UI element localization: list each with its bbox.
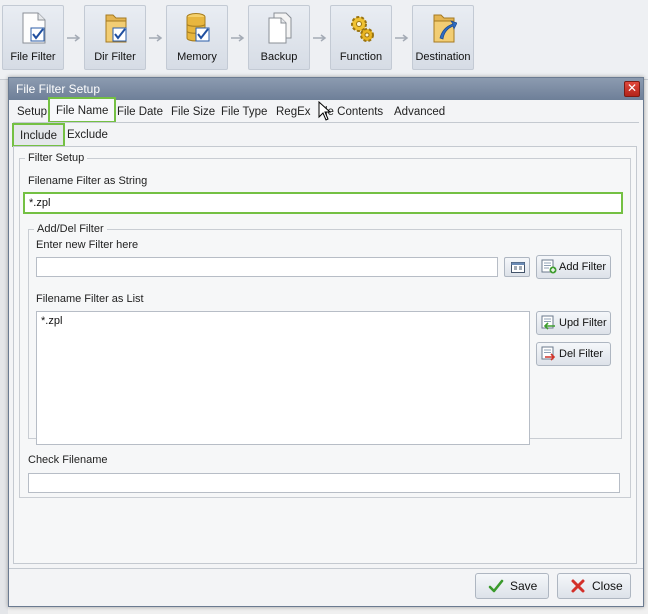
upd-filter-label: Upd Filter xyxy=(559,317,607,329)
tab-file-type[interactable]: File Type xyxy=(221,102,267,122)
pipeline-step-dir-filter[interactable]: Dir Filter xyxy=(84,5,146,70)
add-filter-button[interactable]: Add Filter xyxy=(536,255,611,279)
filter-list[interactable]: *.zpl xyxy=(36,311,530,445)
documents-icon xyxy=(268,12,292,44)
dialog-title: File Filter Setup xyxy=(9,78,643,100)
tab-file-size[interactable]: File Size xyxy=(171,102,215,122)
pipeline-toolbar: File Filter Dir Filter Memory Backup Fun… xyxy=(0,0,648,80)
footer-divider xyxy=(9,568,643,569)
del-filter-button[interactable]: Del Filter xyxy=(536,342,611,366)
pipeline-step-function[interactable]: Function xyxy=(330,5,392,70)
pipeline-step-label: Function xyxy=(339,51,383,63)
list-item[interactable]: *.zpl xyxy=(41,315,525,328)
save-button[interactable]: Save xyxy=(475,573,549,599)
background-window-edge xyxy=(0,80,8,614)
gears-icon xyxy=(351,16,374,42)
new-filter-label: Enter new Filter here xyxy=(36,239,139,251)
file-filter-setup-dialog: File Filter Setup ✕ Setup File Name File… xyxy=(8,77,644,607)
include-panel: Filter Setup Filename Filter as String A… xyxy=(13,146,637,564)
pipeline-step-label: File Filter xyxy=(10,51,56,63)
arrow-right-icon xyxy=(231,34,245,42)
pipeline-step-label: Memory xyxy=(177,51,217,63)
arrow-right-icon xyxy=(395,34,409,42)
browse-list-button[interactable] xyxy=(504,257,530,277)
folder-check-icon xyxy=(105,14,127,43)
pipeline-step-label: Backup xyxy=(260,51,298,63)
filter-setup-legend: Filter Setup xyxy=(28,152,85,164)
upd-filter-button[interactable]: Upd Filter xyxy=(536,311,611,335)
new-filter-input[interactable] xyxy=(36,257,498,277)
filename-string-input[interactable] xyxy=(23,192,623,214)
checkmark-icon xyxy=(488,579,504,593)
arrow-right-icon xyxy=(313,34,327,42)
database-check-icon xyxy=(186,13,210,42)
close-button[interactable]: Close xyxy=(557,573,631,599)
tab-advanced[interactable]: Advanced xyxy=(394,102,445,122)
list-window-icon xyxy=(511,262,525,273)
pipeline-step-label: Dir Filter xyxy=(94,51,136,63)
tab-divider xyxy=(13,122,639,123)
pipeline-step-memory[interactable]: Memory xyxy=(166,5,228,70)
update-filter-icon xyxy=(541,315,555,330)
arrow-right-icon xyxy=(67,34,81,42)
close-icon[interactable]: ✕ xyxy=(624,81,640,97)
add-filter-icon xyxy=(541,259,557,274)
tab-regex[interactable]: RegEx xyxy=(276,102,311,122)
pipeline-step-label: Destination xyxy=(415,51,471,63)
add-del-filter-legend: Add/Del Filter xyxy=(37,223,104,235)
pipeline-step-backup[interactable]: Backup xyxy=(248,5,310,70)
filter-list-label: Filename Filter as List xyxy=(36,293,144,305)
subtab-exclude[interactable]: Exclude xyxy=(67,124,108,146)
pipeline-step-file-filter[interactable]: File Filter xyxy=(2,5,64,70)
filename-string-label: Filename Filter as String xyxy=(28,175,148,187)
tab-file-date[interactable]: File Date xyxy=(117,102,163,122)
folder-arrow-icon xyxy=(433,14,457,43)
del-filter-label: Del Filter xyxy=(559,348,604,360)
tab-setup[interactable]: Setup xyxy=(17,102,47,122)
file-filter-icon xyxy=(22,12,46,44)
check-filename-input[interactable] xyxy=(28,473,620,493)
save-label: Save xyxy=(510,579,538,593)
close-icon xyxy=(571,579,585,593)
close-label: Close xyxy=(592,579,623,593)
check-filename-label: Check Filename xyxy=(28,454,108,466)
tab-file-name[interactable]: File Name xyxy=(47,97,117,123)
add-filter-label: Add Filter xyxy=(559,261,607,273)
pipeline-step-destination[interactable]: Destination xyxy=(412,5,474,70)
mouse-cursor-icon xyxy=(318,101,332,121)
delete-filter-icon xyxy=(541,346,556,361)
tab-file-contents[interactable]: le Contents xyxy=(325,102,383,122)
arrow-right-icon xyxy=(149,34,163,42)
subtab-include[interactable]: Include xyxy=(11,123,66,147)
